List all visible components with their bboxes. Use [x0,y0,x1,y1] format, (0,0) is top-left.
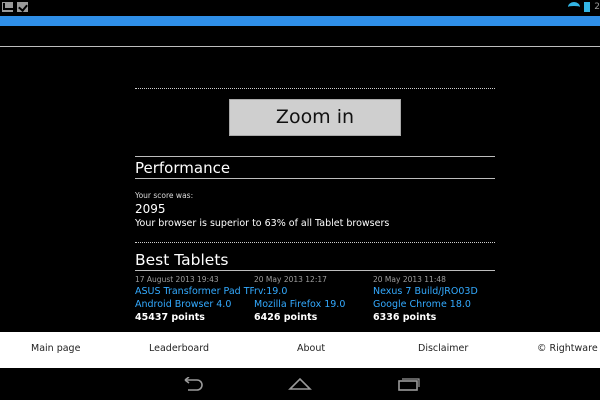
tablet-browser-link[interactable]: Mozilla Firefox 19.0 [254,299,373,310]
divider [135,270,495,271]
zoom-in-button[interactable]: Zoom in [229,99,401,136]
gmail-icon [2,2,13,12]
score-caption: Your score was: [135,191,194,200]
tablet-device-link[interactable]: ASUS Transformer Pad TF [135,286,254,297]
recent-apps-icon[interactable] [396,377,420,391]
footer-link-main-page[interactable]: Main page [31,343,80,354]
wifi-icon [568,2,581,12]
browser-top-bar [0,16,600,26]
status-clock: 2 [594,2,600,12]
tablet-browser-link[interactable]: Google Chrome 18.0 [373,299,492,310]
battery-icon [584,2,591,12]
dotted-divider [135,88,495,89]
tablet-points: 45437 points [135,312,205,323]
best-tablets-list: 17 August 2013 19:43 ASUS Transformer Pa… [135,275,495,323]
main-content: Zoom in Performance Your score was: 2095… [135,88,495,323]
tablet-date: 20 May 2013 12:17 [254,275,327,284]
list-item: 20 May 2013 12:17 rv:19.0 Mozilla Firefo… [254,275,373,323]
divider [135,178,495,179]
tablet-browser-link[interactable]: Android Browser 4.0 [135,299,254,310]
score-summary: Your browser is superior to 63% of all T… [135,218,390,229]
footer-link-about[interactable]: About [297,343,325,354]
back-icon[interactable] [180,377,204,391]
list-item: 20 May 2013 11:48 Nexus 7 Build/JRO03D G… [373,275,492,323]
tablet-date: 20 May 2013 11:48 [373,275,446,284]
tablet-date: 17 August 2013 19:43 [135,275,219,284]
footer-link-disclaimer[interactable]: Disclaimer [418,343,468,354]
best-tablets-heading: Best Tablets [135,251,229,269]
dotted-divider [135,242,495,243]
list-item: 17 August 2013 19:43 ASUS Transformer Pa… [135,275,254,323]
score-value: 2095 [135,202,166,216]
tablet-device-link[interactable]: rv:19.0 [254,286,373,297]
footer-nav: Main page Leaderboard About Disclaimer ©… [0,332,600,368]
system-nav-bar [0,368,600,400]
tablet-device-link[interactable]: Nexus 7 Build/JRO03D [373,286,492,297]
performance-heading: Performance [135,159,231,177]
home-icon[interactable] [288,377,312,391]
footer-link-leaderboard[interactable]: Leaderboard [149,343,209,354]
tablet-points: 6426 points [254,312,318,323]
status-bar: 2 [0,0,600,16]
divider [0,46,600,47]
task-check-icon [17,2,28,12]
tablet-points: 6336 points [373,312,437,323]
footer-copyright: © Rightware L [537,343,600,354]
